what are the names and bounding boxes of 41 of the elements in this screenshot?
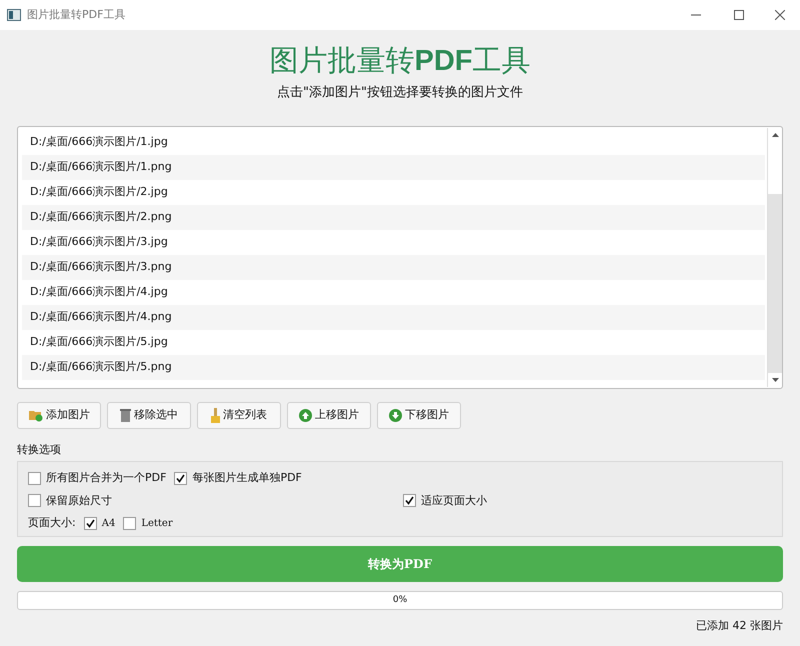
checkbox[interactable] bbox=[28, 494, 41, 508]
file-list-item[interactable]: D:/桌面/666演示图片/1.png bbox=[22, 154, 765, 180]
checkbox-label: Letter bbox=[141, 516, 173, 531]
toolbar-button[interactable]: 下移图片 bbox=[377, 402, 461, 428]
check-icon bbox=[405, 496, 414, 506]
file-list-item[interactable]: D:/桌面/666演示图片/4.png bbox=[22, 304, 765, 330]
toolbar-button[interactable]: 添加图片 bbox=[17, 402, 101, 428]
subtitle: 点击"添加图片"按钮选择要转换的图片文件 bbox=[276, 84, 524, 102]
checkbox-label: 保留原始尺寸 bbox=[46, 492, 112, 508]
checkbox[interactable] bbox=[174, 472, 188, 485]
app-heading: 图片批量转PDF工具 bbox=[268, 42, 532, 79]
check-icon bbox=[176, 474, 186, 483]
arrow-down-icon bbox=[389, 408, 402, 422]
checkbox-label: 每张图片生成单独PDF bbox=[192, 470, 302, 486]
toolbar-button[interactable]: 清空列表 bbox=[197, 402, 281, 428]
checkbox[interactable] bbox=[28, 472, 41, 485]
window-title: 图片批量转PDF工具 bbox=[27, 6, 126, 23]
checkbox-label: 适应页面大小 bbox=[421, 492, 487, 508]
checkbox-label: 所有图片合并为一个PDF bbox=[46, 470, 166, 486]
page-size-label: 页面大小: bbox=[28, 515, 76, 531]
scrollbar[interactable] bbox=[767, 128, 782, 386]
file-list-item[interactable]: D:/桌面/666演示图片/2.png bbox=[22, 204, 765, 230]
toolbar-button[interactable]: 移除选中 bbox=[107, 402, 191, 428]
status-text: 已添加 42 张图片 bbox=[696, 618, 783, 634]
trash-icon bbox=[120, 408, 131, 422]
maximize-icon[interactable] bbox=[734, 10, 744, 20]
file-list-item[interactable]: D:/桌面/666演示图片/5.png bbox=[22, 354, 765, 380]
options-title: 转换选项 bbox=[17, 442, 62, 458]
toolbar-button[interactable]: 上移图片 bbox=[287, 402, 371, 428]
file-list-item[interactable]: D:/桌面/666演示图片/3.png bbox=[22, 254, 765, 280]
folder-icon bbox=[28, 408, 43, 422]
progress-reading: 0% bbox=[392, 594, 408, 607]
close-icon[interactable] bbox=[775, 10, 785, 20]
checkbox[interactable] bbox=[123, 516, 136, 530]
arrow-up-icon bbox=[299, 408, 312, 422]
check-icon bbox=[86, 518, 95, 528]
checkbox[interactable] bbox=[403, 494, 416, 508]
brush-icon bbox=[211, 408, 220, 422]
checkbox[interactable] bbox=[84, 516, 97, 530]
app-icon bbox=[7, 9, 21, 21]
checkbox-label: A4 bbox=[102, 516, 116, 531]
